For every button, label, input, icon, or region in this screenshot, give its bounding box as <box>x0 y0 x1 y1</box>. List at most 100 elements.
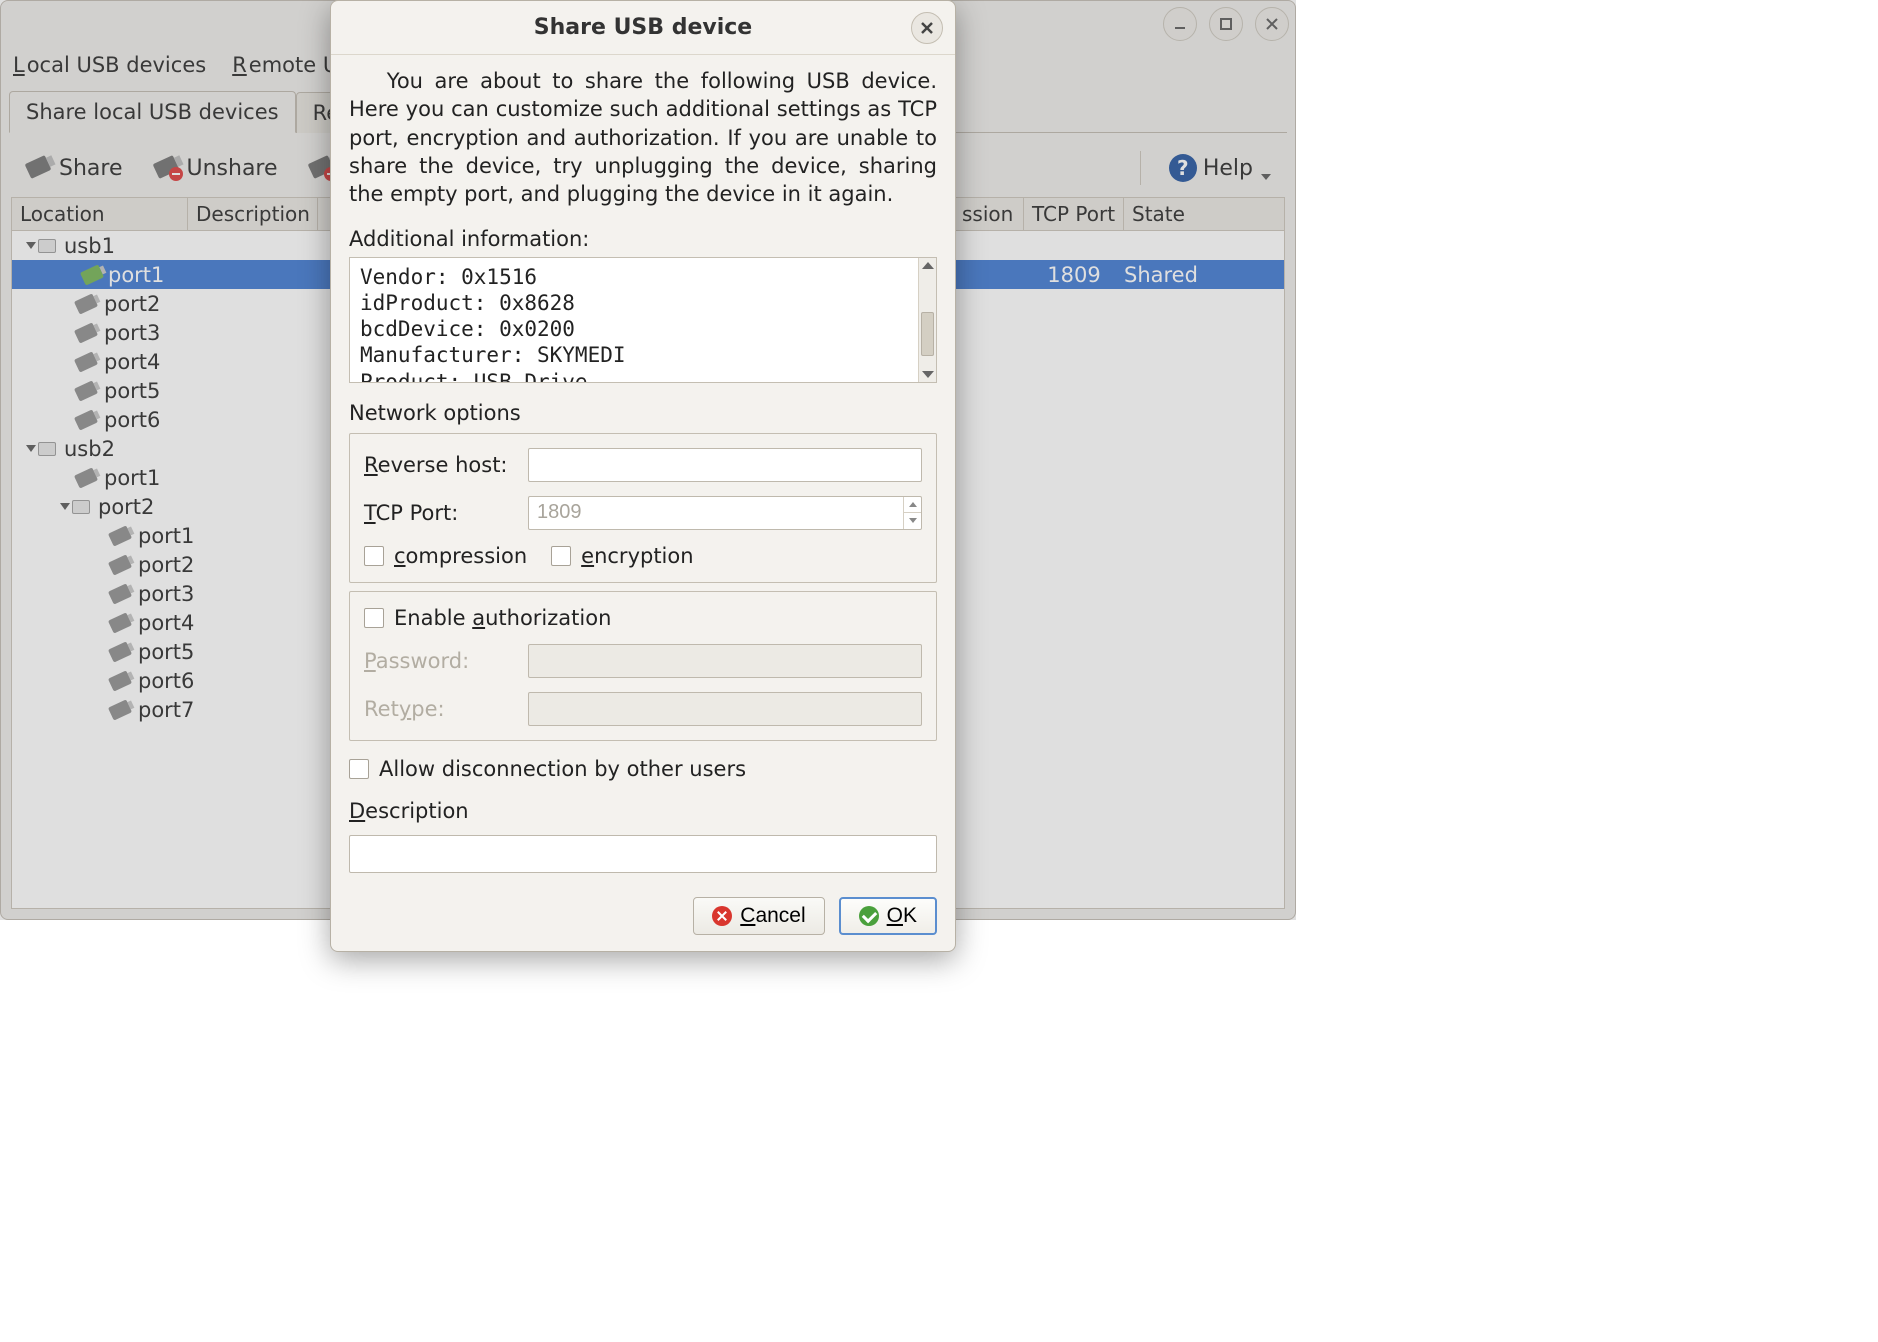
close-button[interactable] <box>1255 7 1289 41</box>
scroll-up-icon[interactable] <box>922 262 934 269</box>
dialog-body: You are about to share the following USB… <box>331 55 955 887</box>
usb-plug-icon <box>80 264 104 285</box>
info-line: Product: USB Drive <box>360 370 588 383</box>
usb-hub-icon <box>38 442 56 456</box>
port-label: port4 <box>104 350 160 374</box>
enable-authorization-checkbox[interactable]: Enable authorizationEnable authorization <box>364 606 922 630</box>
allow-disconnection-checkbox[interactable]: Allow disconnection by other users <box>349 757 937 781</box>
titlebar-controls <box>1163 7 1289 41</box>
hub-label: usb2 <box>64 437 115 461</box>
usb-plug-icon <box>108 554 132 575</box>
port-label: port1 <box>138 524 194 548</box>
menubar: LLocal USB devicesocal USB devices RRemo… <box>9 49 368 81</box>
share-button[interactable]: Share <box>19 152 129 185</box>
port-label: port2 <box>104 292 160 316</box>
usb-plug-icon <box>74 380 98 401</box>
minimize-button[interactable] <box>1163 7 1197 41</box>
spin-up-button[interactable] <box>903 497 921 514</box>
toolbar-separator <box>1140 151 1141 185</box>
expander-icon[interactable] <box>24 445 38 452</box>
col-session-partial[interactable]: ssion <box>954 198 1024 230</box>
tcp-port-input[interactable] <box>528 496 922 530</box>
port-label: port3 <box>104 321 160 345</box>
usb-plug-icon <box>74 409 98 430</box>
unshare-button[interactable]: Unshare <box>147 152 284 185</box>
close-icon <box>1265 17 1279 31</box>
scrollbar[interactable] <box>918 258 936 382</box>
maximize-icon <box>1219 17 1233 31</box>
usb-plug-icon <box>108 583 132 604</box>
maximize-button[interactable] <box>1209 7 1243 41</box>
minimize-icon <box>1173 17 1187 31</box>
usb-plug-icon <box>74 467 98 488</box>
checkbox-icon <box>551 546 571 566</box>
usb-hub-icon <box>38 239 56 253</box>
usb-plug-remove-icon <box>153 157 181 179</box>
tcp-port-label: TCP Port:TCP Port: <box>364 501 514 525</box>
port-label: port7 <box>138 698 194 722</box>
dialog-title: Share USB device <box>534 15 752 40</box>
reverse-host-label: Reverse host:Reverse host: <box>364 453 514 477</box>
usb-plug-icon <box>108 699 132 720</box>
compression-checkbox[interactable]: compressioncompression <box>364 544 527 568</box>
description-input[interactable] <box>349 835 937 873</box>
reverse-host-input[interactable] <box>528 448 922 482</box>
port-label: port5 <box>104 379 160 403</box>
ok-button[interactable]: OKOK <box>839 897 937 935</box>
scroll-thumb[interactable] <box>921 312 934 356</box>
hub-label: usb1 <box>64 234 115 258</box>
unshare-label: Unshare <box>187 156 278 181</box>
usb-hub-icon <box>72 500 90 514</box>
share-label: Share <box>59 156 123 181</box>
cell-state: Shared <box>1124 263 1284 287</box>
network-options-label: Network options <box>349 401 937 425</box>
spin-buttons <box>903 497 921 529</box>
password-input <box>528 644 922 678</box>
retype-label: Retype:Retype: <box>364 697 514 721</box>
retype-input <box>528 692 922 726</box>
usb-plug-icon <box>108 641 132 662</box>
usb-plug-icon <box>74 351 98 372</box>
close-icon <box>921 22 933 34</box>
port-label: port3 <box>138 582 194 606</box>
usb-plug-icon <box>108 670 132 691</box>
additional-info-label: Additional information: <box>349 227 937 251</box>
usb-plug-icon <box>108 525 132 546</box>
description-label: DescriptionDescription <box>349 799 937 823</box>
spin-down-button[interactable] <box>903 513 921 529</box>
menu-local-usb[interactable]: LLocal USB devicesocal USB devices <box>9 49 208 81</box>
port-label: port1 <box>108 263 164 287</box>
additional-info-textarea[interactable]: Vendor: 0x1516 idProduct: 0x8628 bcdDevi… <box>349 257 937 383</box>
authorization-group: Enable authorizationEnable authorization… <box>349 591 937 741</box>
expander-icon[interactable] <box>24 242 38 249</box>
share-usb-dialog: Share USB device You are about to share … <box>330 0 956 952</box>
tab-share-local[interactable]: Share local USB devices <box>9 91 296 133</box>
help-button[interactable]: ? Help <box>1163 150 1277 186</box>
password-label: Password:Password: <box>364 649 514 673</box>
port-label: port6 <box>104 408 160 432</box>
dialog-intro-text: You are about to share the following USB… <box>349 67 937 209</box>
cancel-icon <box>712 906 732 926</box>
chevron-down-icon <box>1261 174 1271 180</box>
checkbox-icon <box>364 608 384 628</box>
dialog-close-button[interactable] <box>911 12 943 44</box>
dialog-header: Share USB device <box>331 1 955 55</box>
encryption-checkbox[interactable]: encryptionencryption <box>551 544 693 568</box>
info-line: idProduct: 0x8628 <box>360 291 575 315</box>
help-label: Help <box>1203 156 1253 181</box>
checkbox-icon <box>364 546 384 566</box>
expander-icon[interactable] <box>58 503 72 510</box>
col-tcp-port[interactable]: TCP Port <box>1024 198 1124 230</box>
port-label: port4 <box>138 611 194 635</box>
col-description[interactable]: Description <box>188 198 318 230</box>
help-icon: ? <box>1169 154 1197 182</box>
scroll-down-icon[interactable] <box>922 371 934 378</box>
info-line: Manufacturer: SKYMEDI <box>360 343 626 367</box>
col-location[interactable]: Location <box>12 198 188 230</box>
cancel-button[interactable]: CancelCancel <box>693 897 824 935</box>
port-label: port2 <box>138 553 194 577</box>
info-line: bcdDevice: 0x0200 <box>360 317 575 341</box>
cell-tcp-port: 1809 <box>1024 263 1124 287</box>
col-state[interactable]: State <box>1124 198 1284 230</box>
usb-plug-icon <box>74 322 98 343</box>
